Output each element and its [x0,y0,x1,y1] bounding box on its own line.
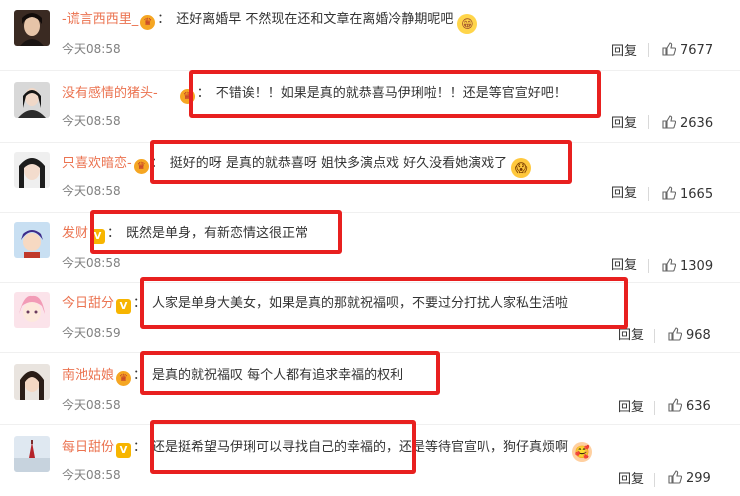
reply-button[interactable]: 回复 [618,324,644,343]
blush-emoji-icon: 🥰 [572,442,593,462]
username-link[interactable]: 南池姑娘 [62,368,114,383]
thumbs-up-icon [662,186,677,204]
comment-item: 只喜欢暗恋- ♛： 挺好的呀 是真的就恭喜呀 姐快多演点戏 好久没看她演戏了 😱 今天… [0,142,740,213]
colon: ： [196,86,210,101]
reply-button[interactable]: 回复 [618,468,644,487]
thumbs-up-icon [662,42,677,60]
divider [654,401,655,415]
like-count: 7677 [680,43,714,58]
divider [654,329,655,343]
like-button[interactable]: 2636 [662,115,713,133]
comment-line: 只喜欢暗恋- ♛： 挺好的呀 是真的就恭喜呀 姐快多演点戏 好久没看她演戏了 😱 [62,154,532,178]
divider [648,115,649,129]
timestamp: 今天08:58 [62,256,121,270]
comment-item: 今日甜分 V： 人家是单身大美女，如果是真的那就祝福呗，不要过分打扰人家私生活啦 今… [0,282,740,353]
comment-line: 没有感情的猪头- ♛： 不错诶！！如果是真的就恭喜马伊琍啦！！还是等官宣好吧！ [62,84,567,104]
timestamp: 今天08:58 [62,42,121,56]
colon: ： [107,226,121,241]
avatar[interactable] [14,364,50,400]
like-count: 2636 [680,116,714,131]
timestamp: 今天08:58 [62,398,121,412]
like-count: 299 [686,471,711,486]
surprised-emoji-icon: 😱 [511,158,532,178]
comment-text: 还好离婚早 不然现在还和文章在离婚冷静期呢吧 [176,12,454,27]
comment-text: 挺好的呀 是真的就恭喜呀 姐快多演点戏 好久没看她演戏了 [169,156,508,171]
comment-text: 不错诶！！如果是真的就恭喜马伊琍啦！！还是等官宣好吧！ [215,86,567,101]
divider [648,43,649,57]
comment-text: 人家是单身大美女，如果是真的那就祝福呗，不要过分打扰人家私生活啦 [152,296,569,311]
divider [648,187,649,201]
reply-button[interactable]: 回复 [611,254,637,273]
divider [654,473,655,487]
vip-v-badge-icon: V [116,299,132,314]
like-count: 636 [686,399,711,414]
comment-item: 南池姑娘 ♛： 是真的就祝福叹 每个人都有追求幸福的权利 今天08:58 回复 63… [0,352,740,425]
thumbs-up-icon [662,115,677,133]
avatar[interactable] [14,82,50,118]
thumbs-up-icon [668,398,683,416]
username-link[interactable]: -谎言西西里_ [62,12,138,27]
colon: ： [133,440,147,455]
avatar[interactable] [14,292,50,328]
comment-text: 还是挺希望马伊琍可以寻找自己的幸福的，还是等待官宣叭，狗仔真烦啊 [152,440,569,455]
crown-badge-icon: ♛ [140,15,156,30]
crown-badge-icon: ♛ [116,371,132,386]
like-count: 968 [686,328,711,343]
like-button[interactable]: 7677 [662,42,713,60]
timestamp: 今天08:59 [62,326,121,340]
avatar[interactable] [14,10,50,46]
timestamp: 今天08:58 [62,114,121,128]
grin-emoji-icon: 😁 [457,14,478,34]
like-button[interactable]: 1309 [662,258,713,276]
colon: ： [133,296,147,311]
comment-text: 既然是单身，有新恋情这很正常 [126,226,309,241]
reply-button[interactable]: 回复 [611,40,637,59]
like-button[interactable]: 1665 [662,186,713,204]
comment-line: 南池姑娘 ♛： 是真的就祝福叹 每个人都有追求幸福的权利 [62,366,403,386]
like-button[interactable]: 636 [668,398,711,416]
comment-item: 每日甜份 V：还是挺希望马伊琍可以寻找自己的幸福的，还是等待官宣叭，狗仔真烦啊 🥰 … [0,424,740,496]
timestamp: 今天08:58 [62,184,121,198]
comment-line: 每日甜份 V： 还是挺希望马伊琍可以寻找自己的幸福的，还是等待官宣叭，狗仔真烦啊 🥰 [62,438,593,462]
comment-item: 发财 V： 既然是单身，有新恋情这很正常 今天08:58 回复 1309 [0,212,740,283]
comment-text: 是真的就祝福叹 每个人都有追求幸福的权利 [152,368,404,383]
colon: ： [157,12,171,27]
thumbs-up-icon [668,327,683,345]
vip-v-badge-icon: V [90,229,106,244]
avatar[interactable] [14,222,50,258]
comment-item: -谎言西西里_ ♛： 还好离婚早 不然现在还和文章在离婚冷静期呢吧 😁 今天08:58… [0,0,740,71]
divider [648,259,649,273]
comment-line: 发财 V： 既然是单身，有新恋情这很正常 [62,224,308,244]
avatar[interactable] [14,152,50,188]
username-link[interactable]: 今日甜分 [62,296,114,311]
thumbs-up-icon [662,258,677,276]
comment-item: 没有感情的猪头- ♛： 不错诶！！如果是真的就恭喜马伊琍啦！！还是等官宣好吧！ 今天… [0,70,740,143]
username-link[interactable]: 每日甜份 [62,440,114,455]
username-link[interactable]: 发财 [62,226,88,241]
reply-button[interactable]: 回复 [618,396,644,415]
colon: ： [150,156,164,171]
comment-line: -谎言西西里_ ♛： 还好离婚早 不然现在还和文章在离婚冷静期呢吧 😁 [62,10,478,34]
like-button[interactable]: 968 [668,327,711,345]
like-button[interactable]: 299 [668,470,711,488]
comment-line: 今日甜分 V： 人家是单身大美女，如果是真的那就祝福呗，不要过分打扰人家私生活啦 [62,294,568,314]
thumbs-up-icon [668,470,683,488]
username-link[interactable]: 只喜欢暗恋- [62,156,132,171]
like-count: 1665 [680,187,714,202]
colon: ： [133,368,147,383]
crown-badge-icon: ♛ [133,159,149,174]
crown-badge-icon: ♛ [179,89,195,104]
reply-button[interactable]: 回复 [611,182,637,201]
timestamp: 今天08:58 [62,468,121,482]
reply-button[interactable]: 回复 [611,112,637,131]
username-link[interactable]: 没有感情的猪头- [62,86,158,101]
avatar[interactable] [14,436,50,472]
like-count: 1309 [680,259,714,274]
vip-v-badge-icon: V [116,443,132,458]
